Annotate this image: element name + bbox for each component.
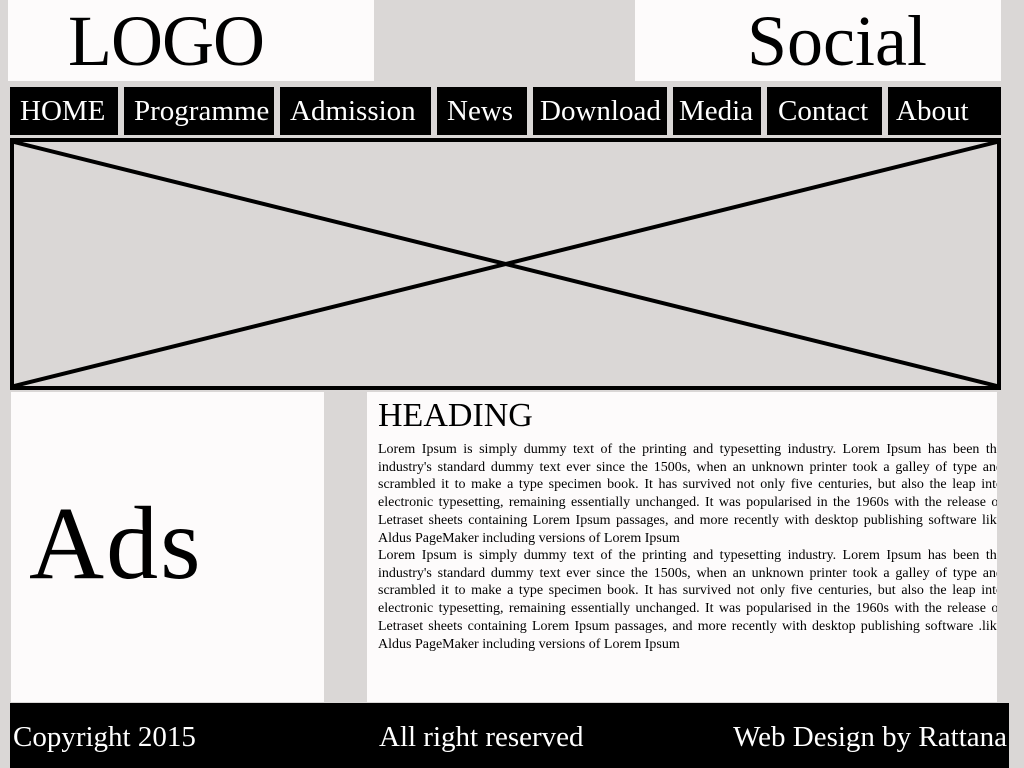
nav-item-contact[interactable]: Contact — [767, 87, 885, 135]
content-paragraph: Lorem Ipsum is simply dummy text of the … — [378, 442, 997, 546]
banner-image-placeholder — [10, 138, 1001, 390]
nav-item-download[interactable]: Download — [533, 87, 667, 135]
footer-copyright: Copyright 2015 — [13, 721, 196, 753]
social-label[interactable]: Social — [747, 0, 927, 86]
image-placeholder-cross-icon — [14, 142, 997, 386]
ads-panel[interactable]: Ads — [11, 392, 324, 702]
footer-rights: All right reserved — [379, 721, 584, 753]
main-nav: HOME Programme Admission News Download M… — [10, 87, 1001, 135]
nav-item-media[interactable]: Media — [673, 87, 767, 135]
content-panel: HEADING Lorem Ipsum is simply dummy text… — [367, 392, 997, 702]
nav-item-programme[interactable]: Programme — [124, 87, 274, 135]
logo[interactable]: LOGO — [68, 0, 265, 86]
nav-item-news[interactable]: News — [437, 87, 527, 135]
social-box[interactable]: Social — [635, 0, 1001, 81]
content-paragraph: Lorem Ipsum is simply dummy text of the … — [378, 548, 997, 652]
nav-item-admission[interactable]: Admission — [280, 87, 431, 135]
footer: Copyright 2015 All right reserved Web De… — [10, 703, 1009, 768]
nav-item-home[interactable]: HOME — [10, 87, 118, 135]
footer-credit: Web Design by Rattana — [733, 721, 1007, 753]
logo-box[interactable]: LOGO — [8, 0, 374, 81]
nav-item-about[interactable]: About — [888, 87, 1001, 135]
content-heading: HEADING — [378, 397, 533, 434]
ads-label: Ads — [29, 486, 203, 601]
